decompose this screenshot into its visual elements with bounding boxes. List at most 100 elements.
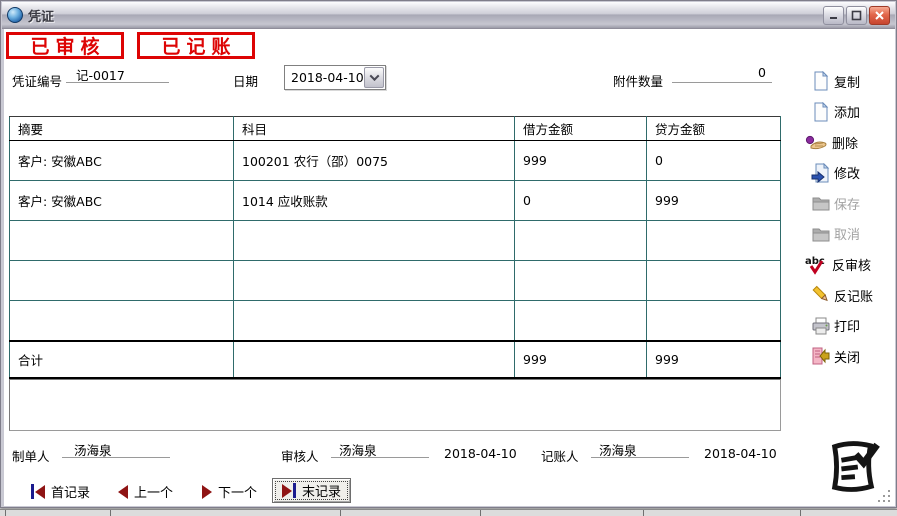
bookkeeper-date: 2018-04-10	[704, 446, 777, 461]
remarks-box[interactable]	[9, 379, 781, 431]
cell-credit[interactable]: 999	[647, 181, 781, 221]
resize-grip[interactable]	[877, 489, 890, 502]
next-record-icon	[202, 485, 212, 499]
copy-button[interactable]: 复制	[805, 70, 891, 92]
table-row: 客户: 安徽ABC 100201 农行（邵）0075 999 0	[10, 141, 781, 181]
cell-summary[interactable]: 客户: 安徽ABC	[10, 181, 234, 221]
preparer-field[interactable]: 汤海泉	[62, 440, 170, 458]
cell-credit[interactable]	[647, 221, 781, 261]
date-combobox[interactable]: 2018-04-10	[284, 65, 386, 90]
document-icon	[811, 102, 831, 122]
stamp-posted: 已记账	[137, 32, 255, 59]
bookkeeper-field[interactable]: 汤海泉	[591, 440, 689, 458]
first-record-icon	[31, 484, 45, 499]
stamp-approved: 已审核	[6, 32, 124, 59]
header-account: 科目	[234, 117, 515, 141]
cell-summary[interactable]	[10, 261, 234, 301]
chevron-down-icon	[369, 71, 379, 81]
add-button[interactable]: 添加	[805, 101, 891, 123]
attachment-label: 附件数量	[613, 71, 663, 90]
nav-first-record[interactable]: 首记录	[31, 482, 90, 501]
table-row: 客户: 安徽ABC 1014 应收账款 0 999	[10, 181, 781, 221]
cell-account[interactable]	[234, 301, 515, 341]
maximize-button[interactable]	[846, 6, 867, 25]
document-icon	[811, 71, 831, 91]
total-credit: 999	[647, 341, 781, 378]
nav-previous-record[interactable]: 上一个	[118, 482, 173, 501]
close-icon	[874, 10, 885, 21]
background-window-strip	[0, 509, 897, 516]
header-credit: 贷方金额	[647, 117, 781, 141]
entries-grid: 摘要 科目 借方金额 贷方金额 客户: 安徽ABC 100201 农行（邵）00…	[9, 116, 781, 379]
reviewer-date: 2018-04-10	[444, 446, 517, 461]
delete-button[interactable]: 删除	[805, 131, 891, 153]
print-button[interactable]: 打印	[805, 315, 891, 337]
nav-last-label: 末记录	[302, 481, 341, 500]
exit-icon	[811, 346, 831, 366]
reviewer-field[interactable]: 汤海泉	[331, 440, 429, 458]
cell-debit[interactable]	[515, 301, 647, 341]
table-row	[10, 301, 781, 341]
posted-check-logo	[824, 438, 882, 500]
cell-summary[interactable]	[10, 301, 234, 341]
cell-debit[interactable]: 999	[515, 141, 647, 181]
folder-icon	[811, 224, 831, 244]
cell-credit[interactable]: 0	[647, 141, 781, 181]
reviewer-label: 审核人	[281, 446, 319, 465]
cell-credit[interactable]	[647, 301, 781, 341]
maximize-icon	[851, 10, 862, 21]
check-document-icon	[824, 438, 882, 496]
screen: 凭证 已审核 已记账 凭证编号 记-0017 日期	[0, 0, 897, 516]
minimize-button[interactable]	[823, 6, 844, 25]
cancel-button[interactable]: 取消	[805, 223, 891, 245]
bookkeeper-label: 记账人	[541, 446, 579, 465]
client-area: 已审核 已记账 凭证编号 记-0017 日期 2018-04-10 附件数量 0…	[4, 29, 895, 506]
voucher-no-field[interactable]: 记-0017	[66, 65, 169, 83]
grid-total-row: 合计 999 999	[10, 341, 781, 378]
cell-summary[interactable]: 客户: 安徽ABC	[10, 141, 234, 181]
cell-credit[interactable]	[647, 261, 781, 301]
close-button[interactable]	[869, 6, 890, 25]
cell-debit[interactable]: 0	[515, 181, 647, 221]
close-window-button[interactable]: 关闭	[805, 345, 891, 367]
date-label: 日期	[233, 71, 258, 90]
titlebar[interactable]: 凭证	[2, 2, 895, 29]
nav-next-record[interactable]: 下一个	[202, 482, 257, 501]
hand-delete-icon	[805, 132, 829, 152]
cell-account[interactable]	[234, 221, 515, 261]
previous-record-icon	[118, 485, 128, 499]
toolbar: 复制 添加 删除	[805, 70, 891, 367]
cell-account[interactable]: 100201 农行（邵）0075	[234, 141, 515, 181]
table-row	[10, 221, 781, 261]
header-summary: 摘要	[10, 117, 234, 141]
date-value: 2018-04-10	[285, 70, 364, 85]
header-debit: 借方金额	[515, 117, 647, 141]
abc-check-icon: abc	[805, 255, 829, 275]
date-dropdown-button[interactable]	[364, 67, 384, 88]
grid-header-row: 摘要 科目 借方金额 贷方金额	[10, 117, 781, 141]
attachment-field[interactable]: 0	[672, 65, 772, 83]
document-arrow-icon	[811, 163, 831, 183]
modify-button[interactable]: 修改	[805, 162, 891, 184]
total-blank	[234, 341, 515, 378]
table-row	[10, 261, 781, 301]
window-title: 凭证	[28, 6, 54, 25]
last-record-icon	[282, 483, 296, 498]
preparer-label: 制单人	[12, 446, 50, 465]
cell-account[interactable]: 1014 应收账款	[234, 181, 515, 221]
total-label: 合计	[10, 341, 234, 378]
cell-summary[interactable]	[10, 221, 234, 261]
app-globe-icon	[7, 7, 23, 23]
nav-last-record-button[interactable]: 末记录	[272, 478, 351, 503]
cell-debit[interactable]	[515, 261, 647, 301]
cell-debit[interactable]	[515, 221, 647, 261]
printer-icon	[811, 316, 831, 336]
pencil-icon	[811, 285, 831, 305]
nav-prev-label: 上一个	[134, 482, 173, 501]
unpost-button[interactable]: 反记账	[805, 284, 891, 306]
nav-first-label: 首记录	[51, 482, 90, 501]
unapprove-button[interactable]: abc 反审核	[805, 254, 891, 276]
cell-account[interactable]	[234, 261, 515, 301]
save-button[interactable]: 保存	[805, 192, 891, 214]
minimize-icon	[829, 10, 839, 20]
